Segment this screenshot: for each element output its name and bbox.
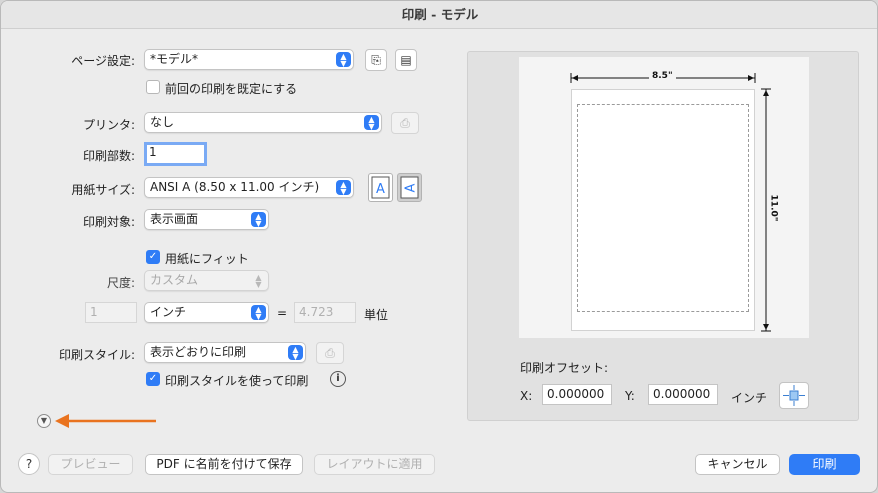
scale-left-field[interactable]: 1 — [85, 302, 137, 323]
svg-text:A: A — [376, 182, 385, 197]
import-icon: ⎘ — [371, 53, 381, 67]
print-area-value: 表示画面 — [150, 212, 199, 226]
printer-properties-button[interactable]: ⎙ — [391, 112, 419, 134]
offset-x-field[interactable]: 0.000000 — [542, 384, 612, 405]
chevron-updown-icon: ▲ ▼ — [251, 212, 266, 228]
paper-size-value: ANSI A (8.50 x 11.00 インチ) — [150, 180, 320, 194]
chevron-updown-icon: ▲ ▼ — [251, 305, 266, 321]
scale-label: 尺度: — [106, 276, 135, 290]
plot-style-edit-button[interactable]: ⎙ — [316, 342, 344, 364]
import-page-setup-button[interactable]: ⎘ — [365, 49, 387, 71]
cancel-button[interactable]: キャンセル — [695, 454, 780, 475]
printer-select[interactable]: なし ▲ ▼ — [144, 112, 382, 133]
portrait-button[interactable]: A — [368, 173, 393, 202]
offset-y-label: Y: — [625, 389, 635, 403]
scale-units-select[interactable]: インチ ▲ ▼ — [144, 302, 269, 323]
save-as-pdf-button[interactable]: PDF に名前を付けて保存 — [145, 454, 303, 475]
width-dimension-label: 8.5" — [649, 71, 676, 81]
plot-style-edit-icon: ⎙ — [325, 346, 335, 360]
preview-button[interactable]: プレビュー — [48, 454, 133, 475]
paper-preview: 8.5" 11.0" — [519, 57, 809, 338]
printer-properties-icon: ⎙ — [400, 116, 410, 130]
page-setup-value: *モデル* — [150, 52, 199, 66]
plot-style-label: 印刷スタイル: — [58, 348, 135, 362]
fit-to-paper-label: 用紙にフィット — [165, 252, 249, 266]
print-button[interactable]: 印刷 — [789, 454, 860, 475]
use-previous-checkbox[interactable] — [146, 80, 160, 94]
equals-sign: = — [277, 306, 288, 320]
preview-panel: 8.5" 11.0" 印刷オフセット: X: 0.000000 Y: 0.000… — [467, 51, 859, 421]
chevron-down-icon[interactable]: ▼ — [37, 414, 51, 428]
landscape-button[interactable]: A — [397, 173, 422, 202]
scale-unit-label: 単位 — [364, 308, 389, 322]
paper-size-select[interactable]: ANSI A (8.50 x 11.00 インチ) ▲ ▼ — [144, 177, 354, 198]
chevron-updown-icon: ▲ ▼ — [336, 52, 351, 68]
plot-style-select[interactable]: 表示どおりに印刷 ▲ ▼ — [144, 342, 306, 363]
offset-x-label: X: — [520, 389, 533, 403]
landscape-icon: A — [400, 176, 419, 199]
copies-field[interactable]: 1 — [144, 142, 207, 166]
center-icon — [783, 385, 805, 406]
paper-size-label: 用紙サイズ: — [71, 183, 135, 197]
arrow-annotation-icon — [55, 414, 156, 428]
offset-y-field[interactable]: 0.000000 — [648, 384, 718, 405]
chevron-updown-icon: ▲ ▼ — [255, 273, 262, 289]
apply-to-layout-button[interactable]: レイアウトに適用 — [314, 454, 435, 475]
copies-label: 印刷部数: — [82, 149, 135, 163]
portrait-icon: A — [371, 176, 390, 199]
printer-value: なし — [150, 115, 175, 129]
page-setup-manager-icon: ▤ — [400, 53, 412, 67]
window-title: 印刷 - モデル — [1, 1, 877, 29]
svg-text:A: A — [404, 183, 419, 192]
scale-select[interactable]: カスタム ▲ ▼ — [144, 270, 269, 291]
use-plot-style-checkbox[interactable]: ✓ — [146, 372, 160, 386]
use-previous-label: 前回の印刷を既定にする — [165, 82, 298, 96]
paper-sheet — [571, 89, 755, 331]
offset-label: 印刷オフセット: — [520, 361, 609, 375]
height-dimension-label: 11.0" — [768, 191, 779, 225]
info-icon[interactable]: i — [330, 371, 346, 387]
use-plot-style-label: 印刷スタイルを使って印刷 — [165, 374, 309, 388]
printable-area — [577, 104, 749, 312]
printer-label: プリンタ: — [82, 118, 135, 132]
scale-right-field[interactable]: 4.723 — [294, 302, 356, 323]
scale-value: カスタム — [150, 273, 199, 287]
print-dialog: 印刷 - モデル ページ設定: *モデル* ▲ ▼ ⎘ ▤ 前回の印刷を既定にする… — [0, 0, 878, 493]
help-button[interactable]: ? — [18, 453, 40, 475]
page-setup-label: ページ設定: — [71, 54, 135, 68]
chevron-updown-icon: ▲ ▼ — [364, 115, 379, 131]
page-setup-manager-button[interactable]: ▤ — [395, 49, 417, 71]
chevron-updown-icon: ▲ ▼ — [336, 180, 351, 196]
scale-units-value: インチ — [150, 305, 187, 319]
fit-to-paper-checkbox[interactable]: ✓ — [146, 250, 160, 264]
offset-units-label: インチ — [731, 391, 768, 405]
print-area-select[interactable]: 表示画面 ▲ ▼ — [144, 209, 269, 230]
chevron-updown-icon: ▲ ▼ — [288, 345, 303, 361]
plot-style-value: 表示どおりに印刷 — [150, 345, 247, 359]
center-plot-button[interactable] — [779, 382, 809, 409]
print-area-label: 印刷対象: — [82, 215, 135, 229]
page-setup-select[interactable]: *モデル* ▲ ▼ — [144, 49, 354, 70]
